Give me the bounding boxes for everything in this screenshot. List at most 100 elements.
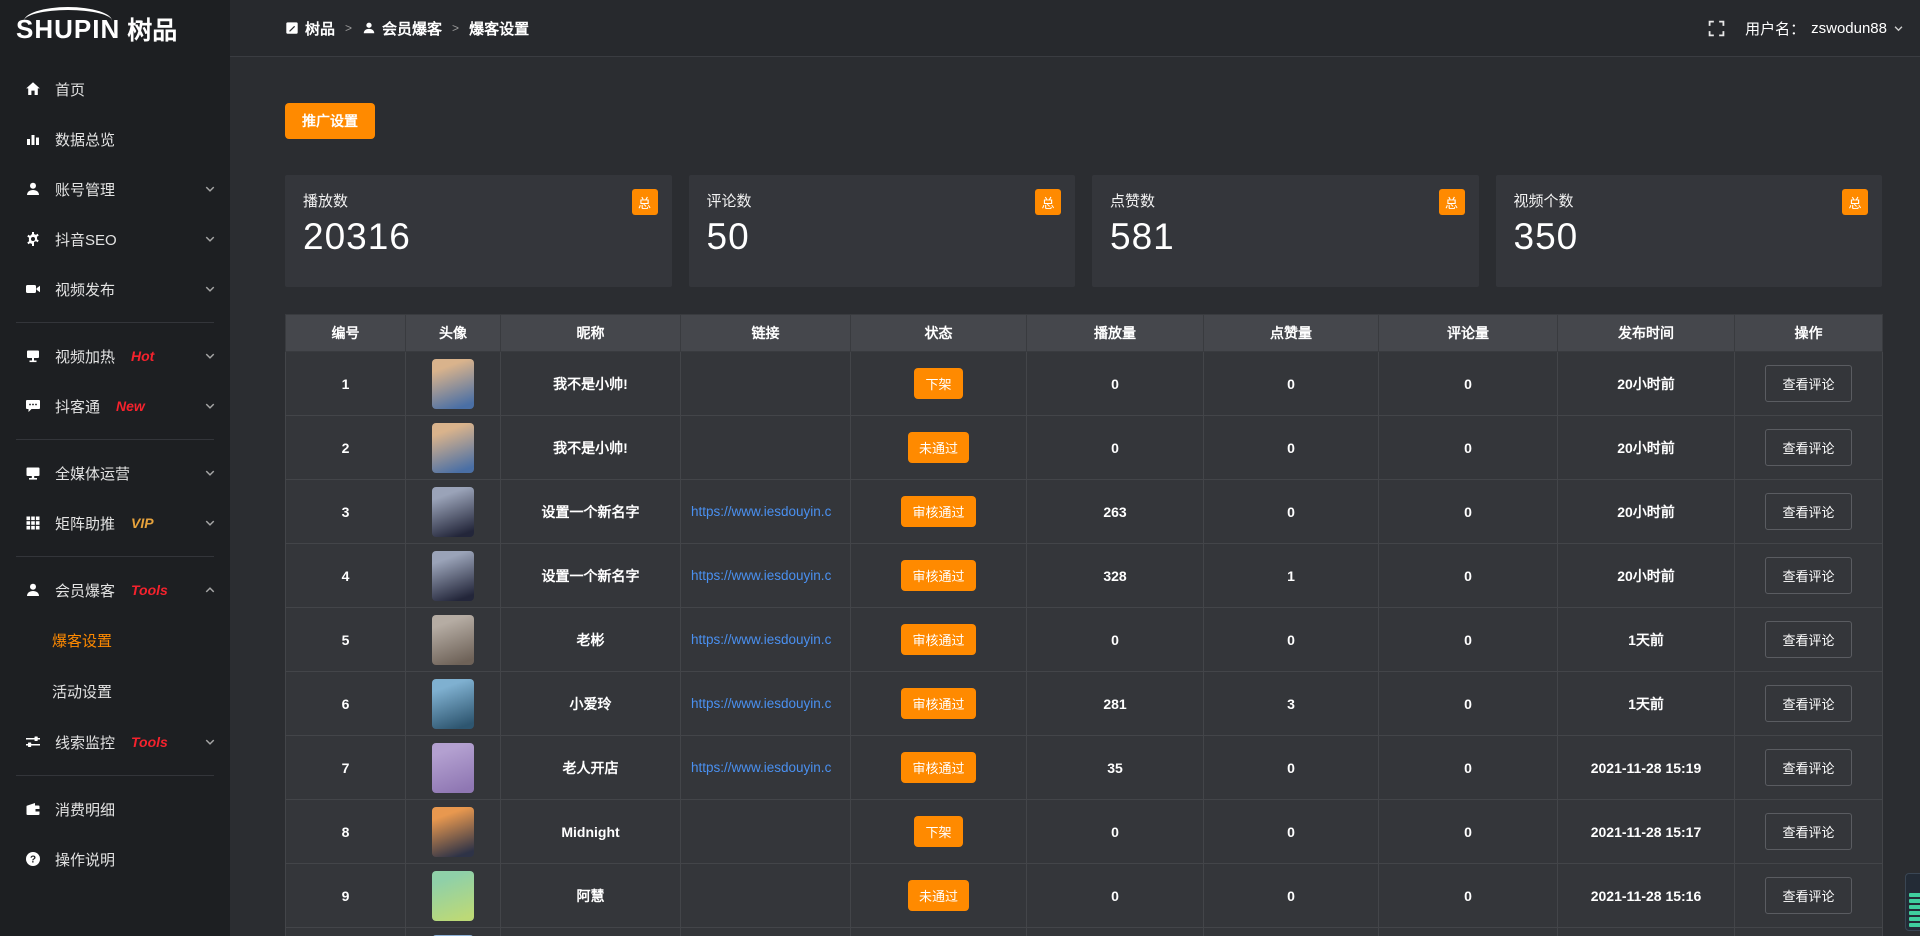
- cell-link: [681, 800, 851, 864]
- sidebar-item-matrix-boost[interactable]: 矩阵助推VIP: [0, 498, 230, 548]
- cell-comments: 0: [1379, 672, 1558, 736]
- sidebar-divider: [16, 322, 214, 323]
- nickname: 我不是小帅!: [553, 376, 628, 392]
- view-comments-button[interactable]: 查看评论: [1765, 557, 1851, 594]
- cell-likes: 0: [1204, 608, 1379, 672]
- cell-status: 审核通过: [851, 672, 1027, 736]
- status-button[interactable]: 审核通过: [901, 624, 975, 655]
- cell-likes: 0: [1204, 352, 1379, 416]
- sidebar-item-account-management[interactable]: 账号管理: [0, 164, 230, 214]
- sidebar-item-video-heat[interactable]: 视频加热Hot: [0, 331, 230, 381]
- view-comments-button[interactable]: 查看评论: [1765, 621, 1851, 658]
- cell-status: [851, 928, 1027, 936]
- cell-link: [681, 864, 851, 928]
- avatar: [432, 679, 474, 729]
- view-comments-button[interactable]: 查看评论: [1765, 877, 1851, 914]
- view-comments-button[interactable]: 查看评论: [1765, 685, 1851, 722]
- cell-likes: 3: [1204, 672, 1379, 736]
- cell-nickname: 老彬: [501, 608, 681, 672]
- value-time: 2021-11-28 15:19: [1591, 760, 1702, 776]
- sidebar-item-douyin-seo[interactable]: 抖音SEO: [0, 214, 230, 264]
- cell-comments: 0: [1379, 544, 1558, 608]
- status-button[interactable]: 下架: [914, 368, 962, 399]
- video-link[interactable]: https://www.iesdouyin.c: [681, 568, 850, 583]
- sidebar-item-clue-monitor[interactable]: 线索监控Tools: [0, 717, 230, 767]
- chevron-down-icon: [1893, 23, 1904, 34]
- cell-link: [681, 928, 851, 936]
- avatar: [432, 487, 474, 537]
- chat-icon: [24, 397, 42, 415]
- sidebar-item-home[interactable]: 首页: [0, 64, 230, 114]
- fullscreen-icon[interactable]: [1708, 20, 1725, 37]
- sidebar-item-label: 视频加热: [55, 346, 115, 367]
- cell-id: 4: [286, 544, 406, 608]
- cell-likes: 1: [1204, 544, 1379, 608]
- cell-link: https://www.iesdouyin.c: [681, 736, 851, 800]
- video-link[interactable]: https://www.iesdouyin.c: [681, 696, 850, 711]
- sidebar-item-all-media-operation[interactable]: 全媒体运营: [0, 448, 230, 498]
- stat-card-label: 视频个数: [1514, 190, 1865, 211]
- cell-nickname: 小爱玲: [501, 672, 681, 736]
- value-time: 1天前: [1628, 632, 1664, 648]
- sidebar-item-label: 抖音SEO: [55, 229, 117, 250]
- status-button[interactable]: 未通过: [908, 432, 969, 463]
- view-comments-button[interactable]: 查看评论: [1765, 429, 1851, 466]
- view-comments-button[interactable]: 查看评论: [1765, 749, 1851, 786]
- sidebar-item-data-overview[interactable]: 数据总览: [0, 114, 230, 164]
- video-link[interactable]: https://www.iesdouyin.c: [681, 504, 850, 519]
- video-table-wrap: 编号头像昵称链接状态播放量点赞量评论量发布时间操作 1我不是小帅!下架00020…: [285, 314, 1882, 936]
- breadcrumb-item-member-baoke[interactable]: 会员爆客: [362, 18, 442, 39]
- status-button[interactable]: 未通过: [908, 880, 969, 911]
- breadcrumb-item-shupin[interactable]: 树品: [285, 18, 335, 39]
- value-time: 20小时前: [1617, 376, 1675, 392]
- value-comments: 0: [1464, 760, 1472, 776]
- row-id: 5: [342, 632, 350, 648]
- status-button[interactable]: 审核通过: [901, 752, 975, 783]
- view-comments-button[interactable]: 查看评论: [1765, 365, 1851, 402]
- video-link[interactable]: https://www.iesdouyin.c: [681, 632, 850, 647]
- sidebar-subitem-label: 活动设置: [52, 681, 112, 702]
- table-row: 1我不是小帅!下架00020小时前查看评论: [286, 352, 1883, 416]
- value-comments: 0: [1464, 632, 1472, 648]
- monitor-icon: [24, 464, 42, 482]
- corner-scroll-widget[interactable]: [1905, 873, 1920, 931]
- sidebar-item-video-publish[interactable]: 视频发布: [0, 264, 230, 314]
- sidebar-item-douketong[interactable]: 抖客通New: [0, 381, 230, 431]
- breadcrumb-label: 会员爆客: [382, 18, 442, 39]
- stat-card-3: 视频个数350总: [1496, 175, 1883, 287]
- stat-card-label: 点赞数: [1110, 190, 1461, 211]
- svg-text:?: ?: [30, 855, 36, 866]
- stat-card-total-badge: 总: [1439, 189, 1465, 215]
- sidebar-item-operation-guide[interactable]: ?操作说明: [0, 834, 230, 884]
- value-plays: 0: [1111, 632, 1119, 648]
- value-plays: 35: [1107, 760, 1123, 776]
- cell-plays: [1027, 928, 1204, 936]
- grid-icon: [24, 514, 42, 532]
- view-comments-button[interactable]: 查看评论: [1765, 493, 1851, 530]
- status-button[interactable]: 审核通过: [901, 560, 975, 591]
- view-comments-button[interactable]: 查看评论: [1765, 813, 1851, 850]
- app-logo[interactable]: SHUPIN 树品: [0, 0, 230, 58]
- cell-avatar: [406, 928, 501, 936]
- sidebar-item-member-baoke[interactable]: 会员爆客Tools: [0, 565, 230, 615]
- status-button[interactable]: 审核通过: [901, 496, 975, 527]
- nickname: 小爱玲: [570, 696, 612, 712]
- status-button[interactable]: 审核通过: [901, 688, 975, 719]
- chevron-down-icon: [204, 400, 216, 412]
- sidebar-subitem-baoke-settings[interactable]: 爆客设置: [0, 615, 230, 666]
- cell-action: 查看评论: [1735, 864, 1883, 928]
- user-dropdown[interactable]: 用户名：zswodun88: [1745, 18, 1904, 39]
- sidebar-item-consume-detail[interactable]: 消费明细: [0, 784, 230, 834]
- value-plays: 0: [1111, 376, 1119, 392]
- sidebar-subitem-activity-settings[interactable]: 活动设置: [0, 666, 230, 717]
- cell-time: 20小时前: [1558, 544, 1735, 608]
- value-time: 20小时前: [1617, 440, 1675, 456]
- promo-settings-button[interactable]: 推广设置: [285, 103, 375, 139]
- video-link[interactable]: https://www.iesdouyin.c: [681, 760, 850, 775]
- cell-likes: 0: [1204, 864, 1379, 928]
- cell-comments: 0: [1379, 352, 1558, 416]
- column-header-4: 状态: [851, 315, 1027, 352]
- value-plays: 263: [1103, 504, 1126, 520]
- status-button[interactable]: 下架: [914, 816, 962, 847]
- chevron-up-icon: [204, 584, 216, 596]
